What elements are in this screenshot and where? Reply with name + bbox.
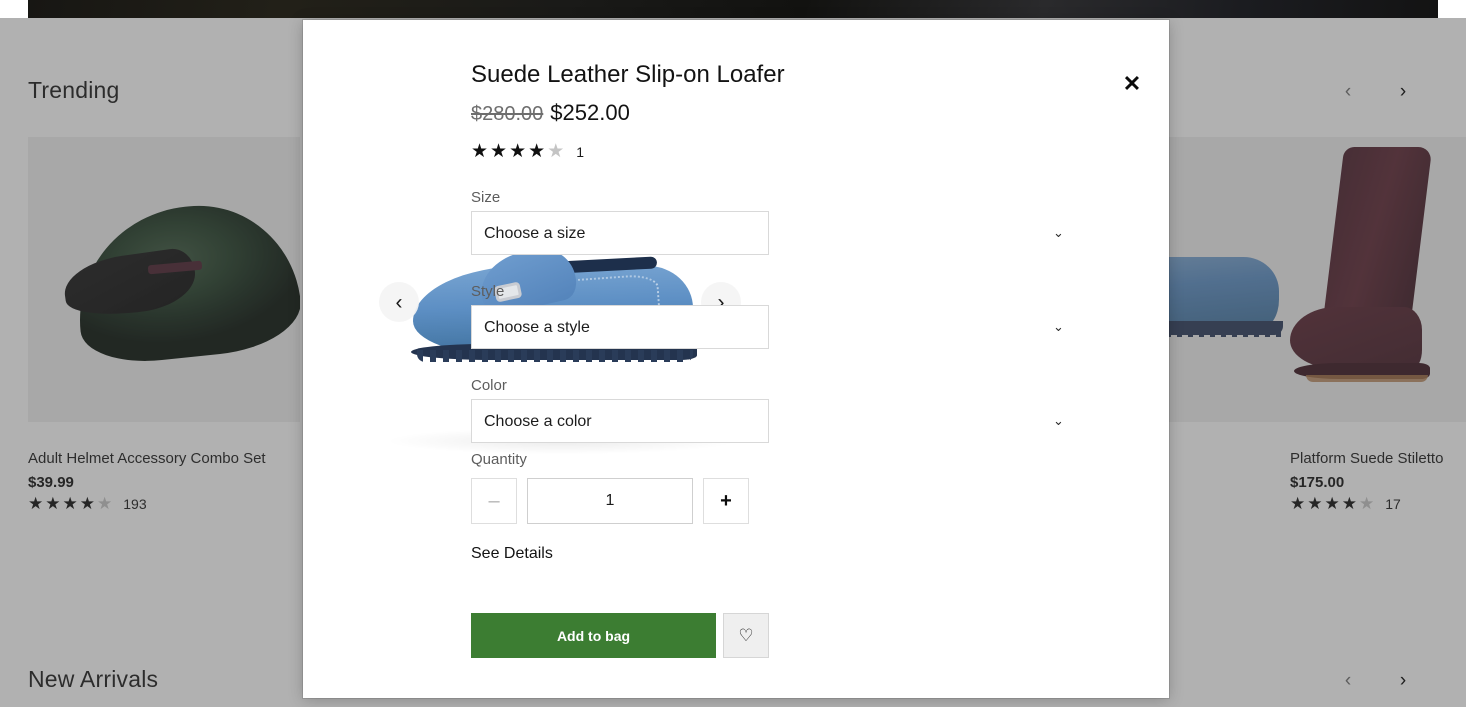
loafer-studs <box>417 350 693 362</box>
quantity-increment-button[interactable]: + <box>703 478 749 524</box>
star-icon: ★ <box>547 141 567 162</box>
quantity-input[interactable] <box>527 478 693 524</box>
cta-row: Add to bag ♡ <box>471 613 769 658</box>
sale-price: $252.00 <box>550 100 630 125</box>
style-select[interactable]: Choose a style <box>471 305 769 349</box>
price-row: $280.00 $252.00 <box>471 100 630 126</box>
review-count: 1 <box>576 143 585 160</box>
original-price: $280.00 <box>471 103 544 125</box>
product-rating: ★ ★ ★ ★ ★ 1 <box>471 142 584 161</box>
star-icon: ★ <box>471 141 491 162</box>
quantity-label: Quantity <box>471 451 527 468</box>
size-label: Size <box>471 189 501 206</box>
close-icon[interactable]: ✕ <box>1115 67 1149 101</box>
heart-icon[interactable]: ♡ <box>723 613 769 658</box>
product-details-panel: ✕ <box>773 20 1169 698</box>
screen: Trending ‹ › Adult Helmet Accessory Comb… <box>0 0 1466 707</box>
quantity-decrement-button[interactable]: – <box>471 478 517 524</box>
star-icon: ★ <box>528 141 548 162</box>
product-title: Suede Leather Slip-on Loafer <box>471 61 785 88</box>
hero-banner-image <box>28 0 1438 18</box>
star-icon: ★ <box>490 141 510 162</box>
star-icon: ★ <box>509 141 529 162</box>
size-select[interactable]: Choose a size <box>471 211 769 255</box>
quantity-stepper: – + <box>471 478 749 524</box>
style-label: Style <box>471 283 505 300</box>
color-label: Color <box>471 377 507 394</box>
gallery-prev-icon[interactable]: ‹ <box>379 282 419 322</box>
see-details-link[interactable]: See Details <box>471 545 553 563</box>
quick-view-modal: ‹ › ✕ <box>303 20 1169 698</box>
color-select[interactable]: Choose a color <box>471 399 769 443</box>
add-to-bag-button[interactable]: Add to bag <box>471 613 716 658</box>
